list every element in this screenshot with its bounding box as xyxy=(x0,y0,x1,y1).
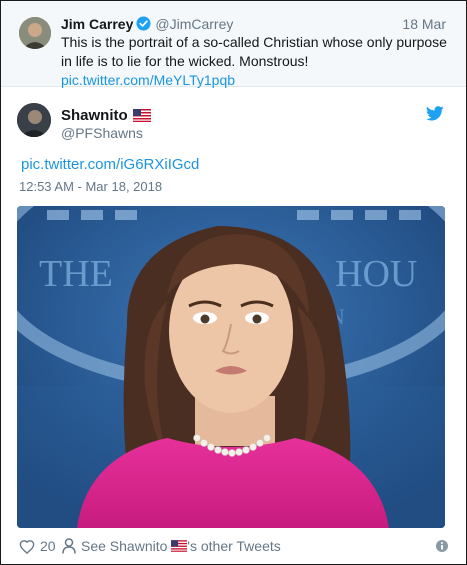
see-other-tweets-link[interactable]: See Shawnito 's other Tweets xyxy=(81,537,281,555)
sign-text-right: HOU xyxy=(335,253,417,295)
quoted-author-name[interactable]: Jim Carrey xyxy=(61,16,133,32)
pic-link[interactable]: pic.twitter.com/iG6RXiIGcd xyxy=(21,156,199,173)
quoted-date[interactable]: 18 Mar xyxy=(402,16,446,32)
tweet-timestamp[interactable]: 12:53 AM - Mar 18, 2018 xyxy=(19,179,162,194)
us-flag-icon xyxy=(132,109,151,122)
quoted-tweet[interactable]: Jim Carrey @JimCarrey 18 Mar This is the… xyxy=(1,1,466,90)
tweet-embed: Jim Carrey @JimCarrey 18 Mar This is the… xyxy=(0,0,467,565)
like-count[interactable]: 20 xyxy=(40,537,56,555)
other-tweets-prefix: See Shawnito xyxy=(81,538,168,554)
photo-image: THE HOU ON xyxy=(17,206,445,528)
avatar-image xyxy=(17,103,51,137)
author-name[interactable]: Shawnito xyxy=(61,107,128,124)
sign-text-left: THE xyxy=(39,253,113,295)
info-icon[interactable] xyxy=(435,539,449,553)
quoted-text: This is the portrait of a so-called Chri… xyxy=(61,33,456,90)
tweet-photo[interactable]: THE HOU ON xyxy=(17,206,445,528)
author-name-line[interactable]: Shawnito xyxy=(61,107,151,125)
quoted-body: This is the portrait of a so-called Chri… xyxy=(61,34,447,69)
quoted-author-handle[interactable]: @JimCarrey xyxy=(155,16,233,32)
us-flag-icon xyxy=(171,540,188,552)
other-tweets-suffix: 's other Tweets xyxy=(187,538,281,554)
avatar[interactable] xyxy=(17,103,51,137)
person-icon xyxy=(62,538,76,554)
quoted-author-line: Jim Carrey @JimCarrey xyxy=(61,16,233,32)
quoted-pic-link[interactable]: pic.twitter.com/MeYLTy1pqb xyxy=(61,72,235,88)
tweet-footer: 20 See Shawnito 's other Tweets xyxy=(19,537,449,557)
verified-badge-icon xyxy=(136,16,151,31)
author-handle[interactable]: @PFShawns xyxy=(61,125,143,141)
heart-icon[interactable] xyxy=(19,539,35,554)
twitter-bird-icon[interactable] xyxy=(426,106,444,121)
avatar[interactable] xyxy=(19,17,51,49)
avatar-image xyxy=(19,17,51,49)
